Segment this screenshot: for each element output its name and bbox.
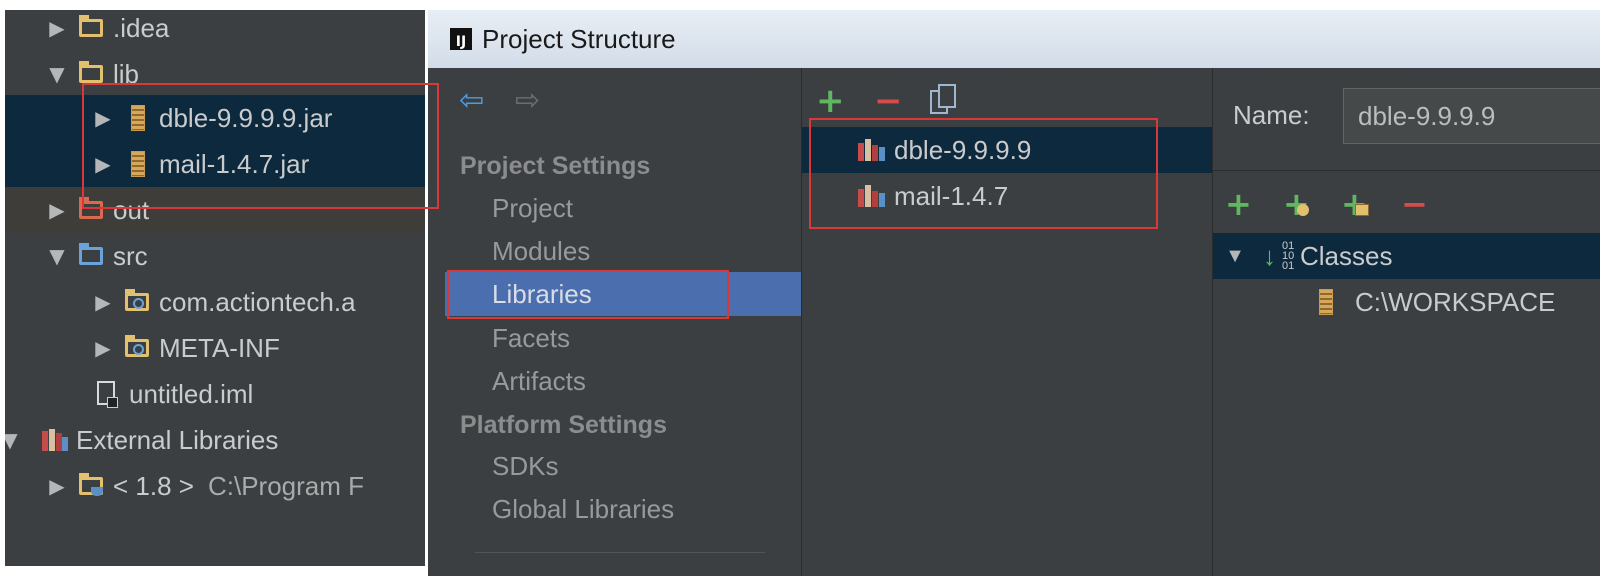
- tree-item-label: < 1.8 >: [113, 470, 194, 501]
- collapse-arrow-icon[interactable]: ▼: [1225, 246, 1245, 266]
- forward-arrow-icon[interactable]: ⇨: [515, 86, 540, 116]
- nav-item-label: Project: [492, 192, 573, 223]
- settings-nav-pane: ⇦ ⇨ Project Settings Project Modules Lib…: [445, 68, 802, 576]
- source-folder-icon: [79, 243, 105, 269]
- tree-item-package[interactable]: ▶ com.actiontech.a: [93, 279, 425, 325]
- binary-icon: 01 10 01: [1282, 240, 1295, 272]
- nav-item-label: Artifacts: [492, 365, 586, 396]
- expand-arrow-icon[interactable]: ▶: [47, 18, 67, 38]
- tree-item-label: External Libraries: [76, 424, 279, 455]
- copy-icon[interactable]: [930, 84, 956, 114]
- tree-item-label: META-INF: [159, 332, 280, 363]
- tree-item-src[interactable]: ▼ src: [47, 233, 425, 279]
- tree-item-jdk[interactable]: ▶ < 1.8 > C:\Program F: [47, 463, 425, 509]
- tree-item-label: com.actiontech.a: [159, 286, 356, 317]
- divider: [475, 552, 765, 553]
- tree-item-external-libraries[interactable]: ▼ External Libraries: [5, 417, 420, 463]
- package-icon: [125, 289, 151, 315]
- tree-item-label: untitled.iml: [129, 378, 254, 409]
- collapse-arrow-icon[interactable]: ▼: [47, 64, 67, 84]
- jar-icon: [1313, 289, 1339, 315]
- nav-item-sdks[interactable]: SDKs: [445, 444, 801, 488]
- nav-item-label: SDKs: [492, 450, 559, 481]
- expand-arrow-icon[interactable]: ▶: [47, 200, 67, 220]
- nav-item-label: Modules: [492, 235, 591, 266]
- back-arrow-icon[interactable]: ⇦: [459, 86, 484, 116]
- classes-label: Classes: [1300, 240, 1393, 271]
- remove-icon[interactable]: −: [1401, 188, 1428, 220]
- library-detail-pane: Name: dble-9.9.9.9 + + + − ▼ ↓ 011001 Cl…: [1213, 68, 1600, 576]
- expand-arrow-icon[interactable]: ▶: [47, 476, 67, 496]
- remove-icon[interactable]: −: [874, 84, 903, 118]
- intellij-logo-icon: IJ: [450, 28, 472, 50]
- collapse-arrow-icon[interactable]: ▼: [5, 430, 20, 450]
- nav-item-label: Global Libraries: [492, 493, 675, 524]
- dialog-titlebar: IJ Project Structure: [428, 10, 1600, 68]
- nav-item-label: Facets: [492, 322, 571, 353]
- name-row: Name: dble-9.9.9.9: [1213, 68, 1600, 171]
- highlight-box: [447, 270, 729, 319]
- highlight-box: [809, 118, 1158, 229]
- highlight-box: [82, 83, 439, 209]
- add-icon[interactable]: +: [1225, 188, 1252, 220]
- tree-item-iml[interactable]: untitled.iml: [67, 371, 425, 417]
- tree-item-idea[interactable]: ▶ .idea: [47, 10, 425, 51]
- nav-item-facets[interactable]: Facets: [445, 316, 801, 360]
- section-platform-settings: Platform Settings: [460, 411, 667, 439]
- classes-node[interactable]: ▼ ↓ 01 10 01 Classes: [1213, 233, 1600, 279]
- collapse-arrow-icon[interactable]: ▼: [47, 246, 67, 266]
- add-url-icon[interactable]: +: [1283, 188, 1310, 220]
- add-jar-directory-icon[interactable]: +: [1341, 188, 1369, 220]
- class-path-label: C:\WORKSPACE: [1355, 286, 1556, 317]
- expand-arrow-icon[interactable]: ▶: [93, 292, 113, 312]
- tree-item-meta-inf[interactable]: ▶ META-INF: [93, 325, 425, 371]
- name-field[interactable]: dble-9.9.9.9: [1343, 88, 1600, 144]
- tree-item-label: .idea: [113, 12, 170, 43]
- classes-icon: ↓: [1263, 240, 1276, 271]
- add-icon[interactable]: +: [816, 84, 845, 118]
- expand-arrow-icon[interactable]: ▶: [93, 338, 113, 358]
- section-project-settings: Project Settings: [460, 152, 651, 180]
- nav-item-artifacts[interactable]: Artifacts: [445, 359, 801, 403]
- tree-item-detail: C:\Program F: [207, 470, 364, 501]
- folder-icon: [79, 15, 105, 41]
- class-path-item[interactable]: C:\WORKSPACE: [1213, 279, 1600, 325]
- tree-item-label: src: [113, 240, 148, 271]
- name-label: Name:: [1233, 100, 1310, 130]
- nav-item-global-libraries[interactable]: Global Libraries: [445, 487, 801, 531]
- nav-item-project[interactable]: Project: [445, 186, 801, 230]
- dialog-title: Project Structure: [482, 23, 676, 54]
- module-file-icon: [95, 381, 121, 408]
- library-icon: [42, 427, 68, 453]
- package-icon: [125, 335, 151, 361]
- jdk-folder-icon: [79, 473, 105, 499]
- nav-item-modules[interactable]: Modules: [445, 229, 801, 273]
